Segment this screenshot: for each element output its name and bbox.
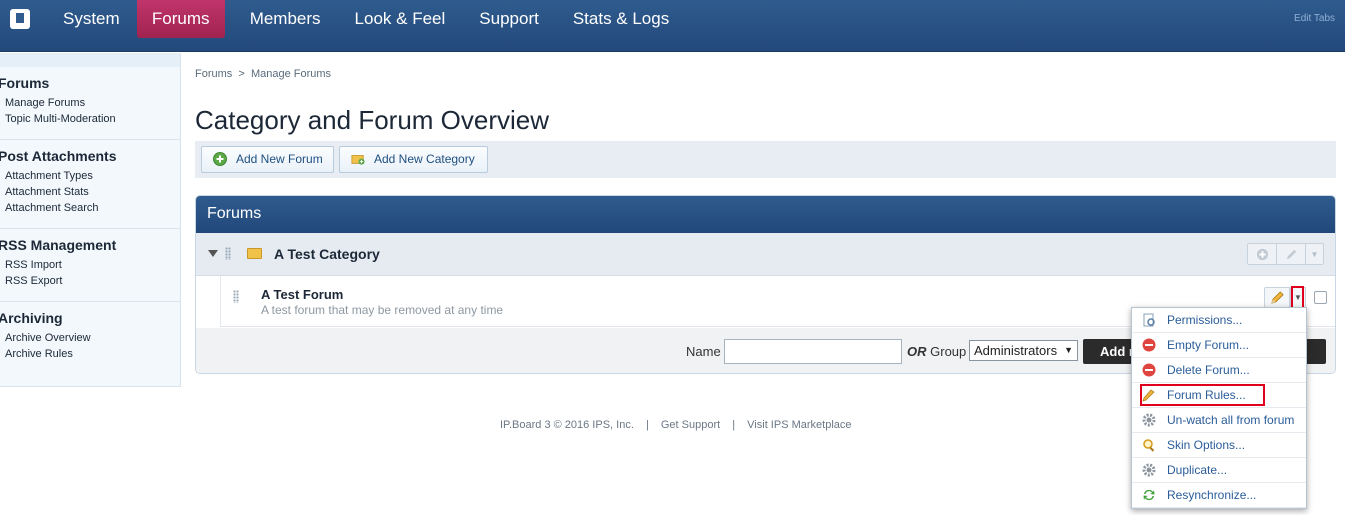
sidebar-section-title: Archiving [0, 310, 63, 326]
menu-item-label: Un-watch all from forum [1167, 413, 1295, 427]
breadcrumb: Forums > Manage Forums [195, 68, 331, 80]
footer: IP.Board 3 © 2016 IPS, Inc. | Get Suppor… [500, 419, 861, 431]
name-label: Name [686, 344, 721, 359]
sidebar-item-topic-multi-moderation[interactable]: Topic Multi-Moderation [5, 113, 180, 125]
top-navigation-bar: System Forums Members Look & Feel Suppor… [0, 0, 1345, 52]
add-new-category-label: Add New Category [374, 152, 475, 166]
folder-icon [247, 248, 262, 259]
tab-stats-and-logs[interactable]: Stats & Logs [556, 0, 686, 38]
permissions-icon [1143, 313, 1155, 327]
sidebar-item-archive-overview[interactable]: Archive Overview [5, 332, 180, 344]
edit-category-button[interactable] [1277, 244, 1306, 264]
group-select[interactable]: Administrators [969, 340, 1078, 361]
sidebar-section-archiving: Archiving Archive Overview Archive Rules [0, 302, 180, 374]
magnifier-icon [1143, 439, 1155, 452]
sidebar-item-attachment-search[interactable]: Attachment Search [5, 202, 180, 214]
sidebar-item-archive-rules[interactable]: Archive Rules [5, 348, 180, 360]
pencil-icon [1270, 291, 1284, 304]
or-group-label: OR Group [907, 344, 967, 359]
add-new-forum-label: Add New Forum [236, 152, 323, 166]
page-title: Category and Forum Overview [195, 105, 550, 135]
menu-item-delete-forum[interactable]: Delete Forum... [1132, 358, 1306, 383]
forum-title[interactable]: A Test Forum [261, 287, 343, 302]
drag-handle-icon[interactable] [233, 290, 239, 303]
forum-select-checkbox[interactable] [1314, 291, 1327, 304]
main-tabs: System Forums Members Look & Feel Suppor… [46, 0, 686, 38]
copyright-text: IP.Board 3 © 2016 IPS, Inc. [500, 419, 634, 431]
get-support-link[interactable]: Get Support [661, 419, 720, 431]
add-circle-icon [1256, 248, 1268, 260]
menu-item-permissions[interactable]: Permissions... [1132, 308, 1306, 333]
collapse-arrow-icon[interactable] [208, 250, 218, 257]
add-forum-to-category-button[interactable] [1248, 244, 1277, 264]
add-new-category-button[interactable]: Add New Category [339, 146, 488, 173]
forum-description: A test forum that may be removed at any … [261, 303, 504, 317]
gear-icon [1142, 413, 1156, 427]
menu-item-label: Delete Forum... [1167, 363, 1250, 377]
ipboard-logo-icon[interactable] [10, 9, 30, 29]
menu-item-skin-options[interactable]: Skin Options... [1132, 433, 1306, 458]
add-circle-icon [213, 152, 227, 166]
delete-icon [1142, 363, 1156, 377]
breadcrumb-forums[interactable]: Forums [195, 68, 232, 80]
edit-forum-button[interactable] [1264, 287, 1290, 308]
name-input[interactable] [724, 339, 902, 364]
category-actions: ▼ [1247, 243, 1324, 265]
tab-forums[interactable]: Forums [136, 0, 225, 38]
sidebar-section-title: Post Attachments [0, 148, 117, 164]
sync-icon [1143, 489, 1155, 501]
sidebar-item-rss-import[interactable]: RSS Import [5, 259, 180, 271]
breadcrumb-separator: > [238, 68, 245, 80]
marketplace-link[interactable]: Visit IPS Marketplace [747, 419, 851, 431]
sidebar-item-attachment-types[interactable]: Attachment Types [5, 170, 180, 182]
drag-handle-icon[interactable] [225, 247, 231, 260]
footer-separator: | [732, 419, 736, 431]
menu-item-resynchronize[interactable]: Resynchronize... [1132, 483, 1306, 508]
footer-separator: | [645, 419, 649, 431]
action-toolbar: Add New Forum Add New Category [195, 141, 1336, 178]
menu-item-label: Skin Options... [1167, 438, 1246, 452]
category-title: A Test Category [274, 246, 380, 262]
tab-system[interactable]: System [46, 0, 137, 38]
folder-add-icon [351, 155, 365, 165]
sidebar-item-rss-export[interactable]: RSS Export [5, 275, 180, 287]
category-row: A Test Category ▼ [196, 233, 1335, 276]
menu-item-empty-forum[interactable]: Empty Forum... [1132, 333, 1306, 358]
empty-icon [1142, 338, 1156, 352]
sidebar-section-rss-management: RSS Management RSS Import RSS Export [0, 229, 180, 302]
add-new-forum-button[interactable]: Add New Forum [201, 146, 334, 173]
tab-support[interactable]: Support [462, 0, 556, 38]
menu-item-duplicate[interactable]: Duplicate... [1132, 458, 1306, 483]
menu-item-label: Resynchronize... [1167, 488, 1257, 502]
edit-tabs-link[interactable]: Edit Tabs [1294, 13, 1335, 24]
sidebar-section-post-attachments: Post Attachments Attachment Types Attach… [0, 140, 180, 229]
menu-item-label: Empty Forum... [1167, 338, 1250, 352]
menu-item-label: Duplicate... [1167, 463, 1228, 477]
sidebar-section-title: RSS Management [0, 237, 117, 253]
pencil-icon [1286, 249, 1296, 259]
sidebar: Forums Manage Forums Topic Multi-Moderat… [0, 53, 181, 387]
forum-rules-highlight-marker [1140, 384, 1265, 406]
menu-item-label: Permissions... [1167, 313, 1243, 327]
gear-icon [1142, 463, 1156, 477]
tab-members[interactable]: Members [233, 0, 338, 38]
category-options-dropdown[interactable]: ▼ [1306, 244, 1323, 264]
menu-item-unwatch-all[interactable]: Un-watch all from forum [1132, 408, 1306, 433]
sidebar-section-forums: Forums Manage Forums Topic Multi-Moderat… [0, 67, 180, 140]
forum-options-menu: Permissions... Empty Forum... Delete For… [1131, 307, 1307, 509]
breadcrumb-manage-forums[interactable]: Manage Forums [251, 68, 331, 80]
sidebar-section-title: Forums [0, 75, 50, 91]
sidebar-item-attachment-stats[interactable]: Attachment Stats [5, 186, 180, 198]
tab-look-and-feel[interactable]: Look & Feel [338, 0, 463, 38]
sidebar-item-manage-forums[interactable]: Manage Forums [5, 97, 180, 109]
forums-panel-header: Forums [196, 196, 1335, 233]
